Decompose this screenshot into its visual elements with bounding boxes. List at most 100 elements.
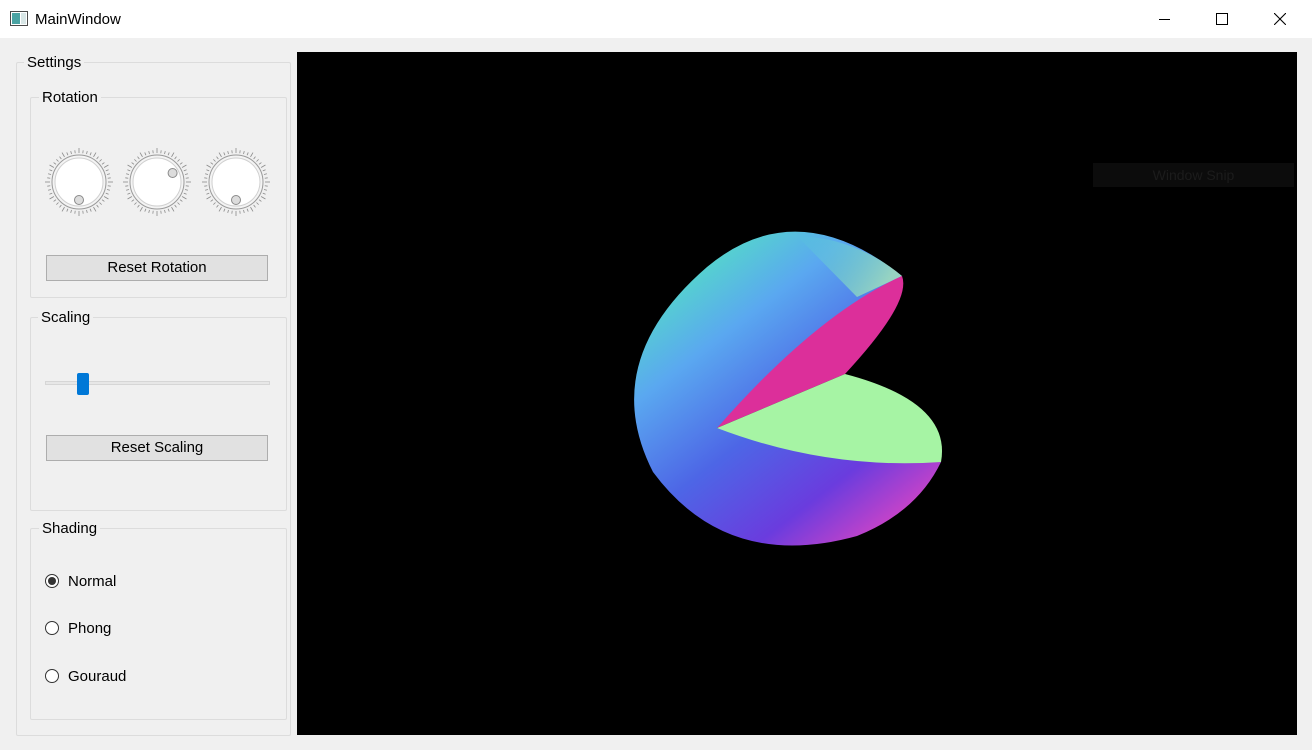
- minimize-button[interactable]: [1136, 0, 1194, 38]
- dial-tick: [204, 189, 209, 191]
- dial-tick: [144, 208, 147, 212]
- dial-tick: [96, 204, 99, 208]
- radio-gouraud[interactable]: Gouraud: [45, 666, 126, 686]
- dial-tick: [256, 159, 259, 162]
- dial-tick: [49, 164, 55, 168]
- reset-rotation-button[interactable]: Reset Rotation: [46, 255, 268, 281]
- radio-normal[interactable]: Normal: [45, 571, 116, 591]
- dial-tick: [127, 169, 131, 172]
- rotation-dial-z[interactable]: [202, 148, 270, 216]
- dial-tick: [177, 159, 180, 162]
- dial-tick: [181, 164, 187, 168]
- dial-tick: [227, 150, 229, 155]
- maximize-button[interactable]: [1193, 0, 1251, 38]
- close-icon: [1274, 13, 1286, 25]
- dial-indicator: [74, 195, 84, 205]
- dial-tick: [56, 202, 59, 205]
- dial-tick: [139, 206, 143, 212]
- dial-tick: [134, 202, 137, 205]
- window-snip-overlay: Window Snip: [1093, 163, 1294, 187]
- radio-gouraud-indicator[interactable]: [45, 669, 59, 683]
- scaling-slider-handle[interactable]: [76, 373, 89, 395]
- maximize-icon: [1216, 13, 1228, 25]
- dial-tick: [89, 152, 92, 156]
- render-viewport[interactable]: Window Snip: [297, 52, 1297, 735]
- scaling-group: [30, 317, 287, 511]
- dial-tick: [105, 169, 109, 172]
- dial-tick: [218, 206, 222, 212]
- dial-tick: [93, 206, 97, 212]
- dial-tick: [213, 202, 216, 205]
- dial-tick: [223, 208, 226, 212]
- dial-tick: [144, 152, 147, 156]
- dial-tick: [106, 189, 111, 191]
- radio-normal-label: Normal: [68, 572, 117, 590]
- radio-normal-indicator[interactable]: [45, 574, 59, 588]
- settings-title: Settings: [24, 54, 85, 72]
- radio-phong-indicator[interactable]: [45, 621, 59, 635]
- title-bar: MainWindow: [0, 0, 1312, 38]
- dial-tick: [253, 204, 256, 208]
- dial-tick: [183, 169, 187, 172]
- dial-tick: [223, 152, 226, 156]
- dial-tick: [227, 209, 229, 214]
- radio-phong[interactable]: Phong: [45, 618, 111, 638]
- dial-tick: [66, 152, 69, 156]
- dial-tick: [59, 204, 62, 208]
- dial-tick: [101, 199, 105, 202]
- dial-tick: [131, 199, 135, 202]
- dial-tick: [99, 202, 102, 205]
- minimize-icon: [1159, 19, 1170, 20]
- dial-tick: [250, 152, 254, 158]
- dial-tick: [246, 208, 249, 212]
- dial-tick: [179, 162, 183, 165]
- dial-tick: [134, 159, 137, 162]
- dial-tick: [258, 199, 262, 202]
- dial-tick: [127, 164, 133, 168]
- dial-tick: [213, 159, 216, 162]
- dial-tick: [53, 199, 57, 202]
- dial-tick: [174, 156, 177, 160]
- dial-tick: [206, 192, 210, 195]
- dial-tick: [137, 156, 140, 160]
- window-title: MainWindow: [35, 11, 121, 28]
- close-button[interactable]: [1251, 0, 1309, 38]
- dial-tick: [171, 152, 175, 158]
- dial-knob-icon: [202, 148, 270, 216]
- dial-tick: [47, 189, 52, 191]
- dial-tick: [139, 152, 143, 158]
- dial-tick: [164, 150, 166, 155]
- dial-tick: [206, 164, 212, 168]
- dial-tick: [105, 192, 109, 195]
- dial-tick: [53, 162, 57, 165]
- dial-tick: [66, 208, 69, 212]
- dial-tick: [47, 173, 52, 175]
- dial-tick: [167, 208, 170, 212]
- dial-tick: [86, 209, 88, 214]
- dial-tick: [184, 189, 189, 191]
- dial-tick: [56, 159, 59, 162]
- dial-tick: [70, 209, 72, 214]
- reset-scaling-button[interactable]: Reset Scaling: [46, 435, 268, 461]
- rotation-dial-y[interactable]: [123, 148, 191, 216]
- dial-tick: [127, 192, 131, 195]
- dial-tick: [86, 150, 88, 155]
- radio-gouraud-label: Gouraud: [68, 667, 127, 685]
- dial-tick: [148, 209, 150, 214]
- dial-tick: [96, 156, 99, 160]
- dial-tick: [49, 169, 53, 172]
- dial-tick: [260, 164, 266, 168]
- dial-tick: [263, 173, 268, 175]
- dial-knob-icon: [123, 148, 191, 216]
- dial-tick: [216, 204, 219, 208]
- dial-indicator: [167, 168, 178, 178]
- dial-tick: [167, 152, 170, 156]
- radio-phong-label: Phong: [68, 619, 112, 637]
- dial-tick: [164, 209, 166, 214]
- dial-tick: [93, 152, 97, 158]
- dial-tick: [61, 206, 65, 212]
- dial-tick: [184, 173, 189, 175]
- rotation-dial-x[interactable]: [45, 148, 113, 216]
- dial-tick: [206, 196, 212, 200]
- dial-face: [132, 157, 182, 207]
